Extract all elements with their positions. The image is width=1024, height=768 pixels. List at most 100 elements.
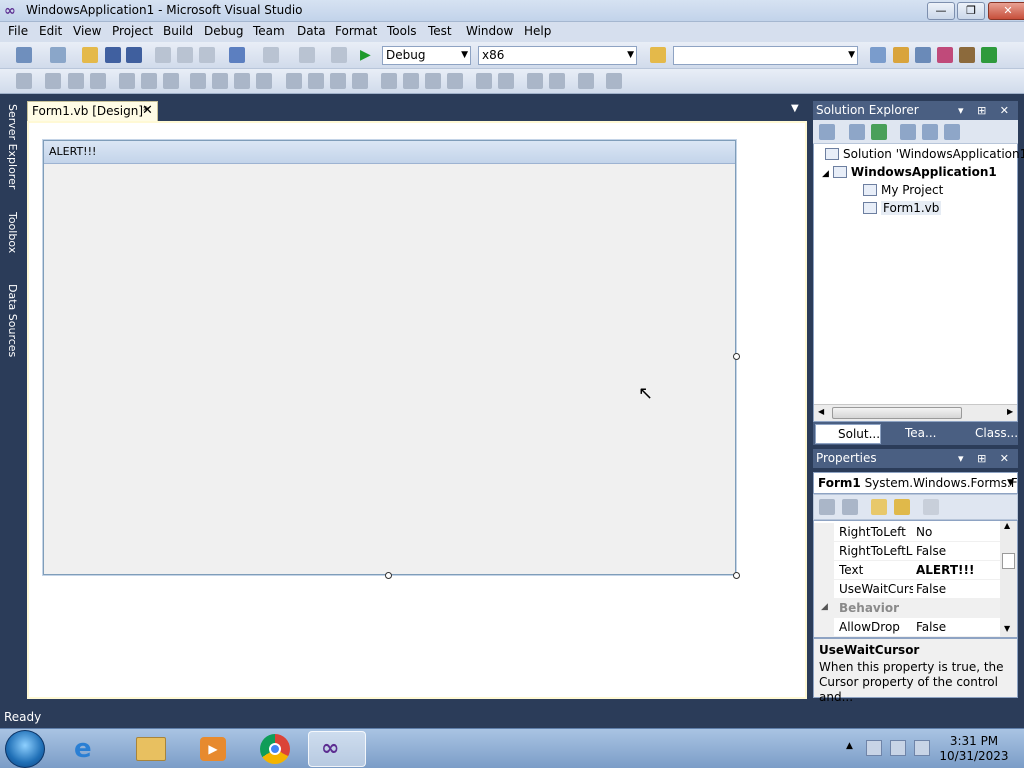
minimize-button[interactable]: —: [927, 2, 955, 20]
align-middles-icon[interactable]: [141, 73, 157, 89]
undo-icon[interactable]: [229, 47, 245, 63]
document-list-chevron-icon[interactable]: ▼: [791, 103, 799, 114]
form1-design[interactable]: ALERT!!!: [43, 140, 736, 575]
align-lefts-icon[interactable]: [45, 73, 61, 89]
view-code-icon[interactable]: [900, 124, 916, 140]
decrease-horizontal-spacing-icon[interactable]: [330, 73, 346, 89]
scroll-down-icon[interactable]: ▼: [1004, 624, 1010, 633]
menu-help[interactable]: Help: [524, 24, 551, 38]
lock-controls-icon[interactable]: [606, 73, 622, 89]
menu-team[interactable]: Team: [253, 24, 285, 38]
remove-horizontal-spacing-icon[interactable]: [352, 73, 368, 89]
show-all-files-icon[interactable]: [849, 124, 865, 140]
remove-vertical-spacing-icon[interactable]: [447, 73, 463, 89]
extension-manager-icon[interactable]: [959, 47, 975, 63]
scroll-up-icon[interactable]: ▲: [1004, 521, 1010, 530]
media-player-icon[interactable]: ▶: [184, 731, 242, 767]
align-bottoms-icon[interactable]: [163, 73, 179, 89]
toolbox-icon[interactable]: [937, 47, 953, 63]
vertical-spacing-equal-icon[interactable]: [381, 73, 397, 89]
tab-solution-explorer[interactable]: Solut...: [815, 424, 881, 444]
navigate-back-icon[interactable]: [299, 47, 315, 63]
categorized-icon[interactable]: [819, 499, 835, 515]
scroll-left-icon[interactable]: ◀: [818, 407, 824, 416]
start-page-icon[interactable]: [981, 47, 997, 63]
panel-controls-icon[interactable]: ▾ ⊞ ✕: [958, 101, 1014, 120]
data-sources-tab[interactable]: Data Sources: [3, 284, 19, 357]
menu-test[interactable]: Test: [428, 24, 452, 38]
menu-view[interactable]: View: [73, 24, 101, 38]
menu-edit[interactable]: Edit: [39, 24, 62, 38]
collapse-triangle-icon[interactable]: ◢: [822, 169, 829, 179]
menu-build[interactable]: Build: [163, 24, 193, 38]
copy-icon[interactable]: [177, 47, 193, 63]
close-tab-icon[interactable]: ✕: [142, 103, 153, 118]
align-centers-icon[interactable]: [68, 73, 84, 89]
resize-handle-bottom[interactable]: [385, 572, 392, 579]
menu-tools[interactable]: Tools: [387, 24, 417, 38]
tab-class-view[interactable]: Class...: [953, 424, 1018, 444]
properties-view-icon[interactable]: [871, 499, 887, 515]
class-diagram-icon[interactable]: [944, 124, 960, 140]
action-center-icon[interactable]: [866, 740, 882, 756]
properties-window-icon[interactable]: [893, 47, 909, 63]
chrome-icon[interactable]: [246, 731, 304, 767]
menu-file[interactable]: File: [8, 24, 28, 38]
property-row[interactable]: UseWaitCursc False: [814, 580, 1002, 599]
tab-team-explorer[interactable]: Tea...: [883, 424, 951, 444]
find-combo[interactable]: ▼: [673, 46, 858, 65]
bring-to-front-icon[interactable]: [527, 73, 543, 89]
center-vertically-icon[interactable]: [498, 73, 514, 89]
send-to-back-icon[interactable]: [549, 73, 565, 89]
property-row[interactable]: Text ALERT!!!: [814, 561, 1002, 580]
configuration-dropdown[interactable]: Debug ▼: [382, 46, 471, 65]
close-button[interactable]: ✕: [988, 2, 1024, 20]
properties-icon[interactable]: [819, 124, 835, 140]
save-all-icon[interactable]: [126, 47, 142, 63]
platform-dropdown[interactable]: x86 ▼: [478, 46, 637, 65]
menu-data[interactable]: Data: [297, 24, 326, 38]
alphabetical-icon[interactable]: [842, 499, 858, 515]
property-category-row[interactable]: ◢ Behavior: [814, 599, 1002, 618]
find-in-files-icon[interactable]: [650, 47, 666, 63]
align-to-grid-icon[interactable]: [16, 73, 32, 89]
save-icon[interactable]: [105, 47, 121, 63]
file-explorer-icon[interactable]: [122, 731, 180, 767]
system-clock[interactable]: 3:31 PM 10/31/2023: [934, 734, 1014, 764]
tree-item-form1[interactable]: Form1.vb: [863, 201, 942, 215]
make-same-height-icon[interactable]: [212, 73, 228, 89]
open-file-icon[interactable]: [82, 47, 98, 63]
property-row[interactable]: RightToLeft No: [814, 523, 1002, 542]
object-browser-icon[interactable]: [915, 47, 931, 63]
decrease-vertical-spacing-icon[interactable]: [425, 73, 441, 89]
tab-order-icon[interactable]: [578, 73, 594, 89]
scrollbar-thumb[interactable]: [1002, 553, 1015, 569]
collapse-triangle-icon[interactable]: ◢: [821, 602, 828, 612]
menu-window[interactable]: Window: [466, 24, 513, 38]
align-tops-icon[interactable]: [119, 73, 135, 89]
size-to-grid-icon[interactable]: [234, 73, 250, 89]
show-hidden-icons-icon[interactable]: ▲: [846, 741, 853, 751]
resize-handle-right[interactable]: [733, 353, 740, 360]
center-horizontally-icon[interactable]: [476, 73, 492, 89]
paste-icon[interactable]: [199, 47, 215, 63]
property-grid-vscrollbar[interactable]: ▲ ▼: [1000, 521, 1017, 637]
menu-debug[interactable]: Debug: [204, 24, 243, 38]
start-debugging-icon[interactable]: ▶: [360, 47, 371, 63]
menu-format[interactable]: Format: [335, 24, 377, 38]
tree-item-solution[interactable]: Solution 'WindowsApplication1': [825, 147, 1024, 161]
make-same-size-icon[interactable]: [256, 73, 272, 89]
volume-icon[interactable]: [914, 740, 930, 756]
make-same-width-icon[interactable]: [190, 73, 206, 89]
scrollbar-thumb[interactable]: [832, 407, 962, 419]
events-icon[interactable]: [894, 499, 910, 515]
redo-icon[interactable]: [263, 47, 279, 63]
resize-handle-corner[interactable]: [733, 572, 740, 579]
properties-object-selector[interactable]: Form1 System.Windows.Forms.Fo ▼: [813, 472, 1018, 494]
property-pages-icon[interactable]: [923, 499, 939, 515]
align-rights-icon[interactable]: [90, 73, 106, 89]
property-row[interactable]: RightToLeftLa False: [814, 542, 1002, 561]
new-project-icon[interactable]: [16, 47, 32, 63]
cut-icon[interactable]: [155, 47, 171, 63]
tab-form1-design[interactable]: Form1.vb [Design]* ✕: [27, 101, 158, 121]
